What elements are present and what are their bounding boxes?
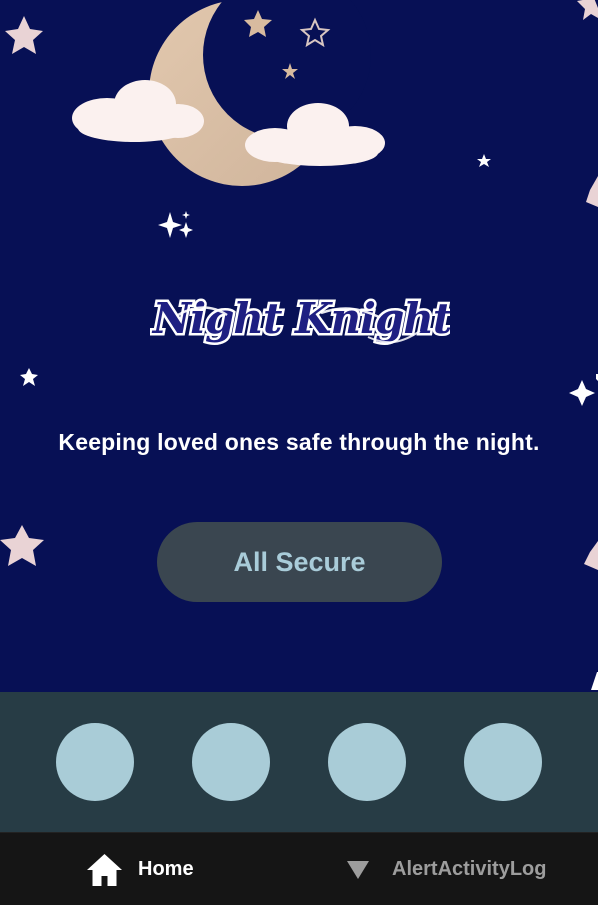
bottom-navigation: Home AlertActivityLog	[0, 832, 598, 905]
sparkle-large-icon	[158, 212, 182, 238]
star-white-left-icon	[20, 368, 38, 386]
nav-home-label: Home	[138, 858, 194, 880]
night-knight-logo: Night Knight	[150, 292, 450, 346]
nav-alert-activity-log-label: AlertActivityLog	[392, 858, 547, 880]
control-panel	[0, 692, 598, 832]
home-icon	[86, 853, 123, 887]
star-left-bottom-icon	[0, 525, 44, 566]
app-screen: Night Knight Keeping loved ones safe thr…	[0, 0, 598, 905]
nav-alert-activity-log[interactable]: AlertActivityLog	[344, 833, 546, 905]
all-secure-button[interactable]: All Secure	[157, 522, 442, 602]
nav-home[interactable]: Home	[86, 833, 194, 905]
star-small-white-right-icon	[591, 672, 598, 690]
control-circle-1[interactable]	[56, 723, 134, 801]
star-right-bottom-icon	[584, 541, 598, 570]
star-top-right-icon	[577, 0, 598, 20]
control-circle-4[interactable]	[464, 723, 542, 801]
triangle-down-icon	[344, 859, 372, 881]
sparkle-small-icon	[179, 222, 193, 238]
star-white-right-icon	[477, 154, 491, 167]
svg-text:Night Knight: Night Knight	[151, 294, 450, 343]
sparkle-right-icon	[569, 380, 595, 406]
night-sky-hero: Night Knight Keeping loved ones safe thr…	[0, 0, 598, 692]
control-circle-2[interactable]	[192, 723, 270, 801]
sparkle-tiny-icon	[182, 211, 190, 219]
star-top-left-icon	[5, 16, 43, 54]
control-circle-3[interactable]	[328, 723, 406, 801]
star-right-middle-icon	[586, 176, 598, 207]
tagline: Keeping loved ones safe through the nigh…	[58, 429, 540, 455]
